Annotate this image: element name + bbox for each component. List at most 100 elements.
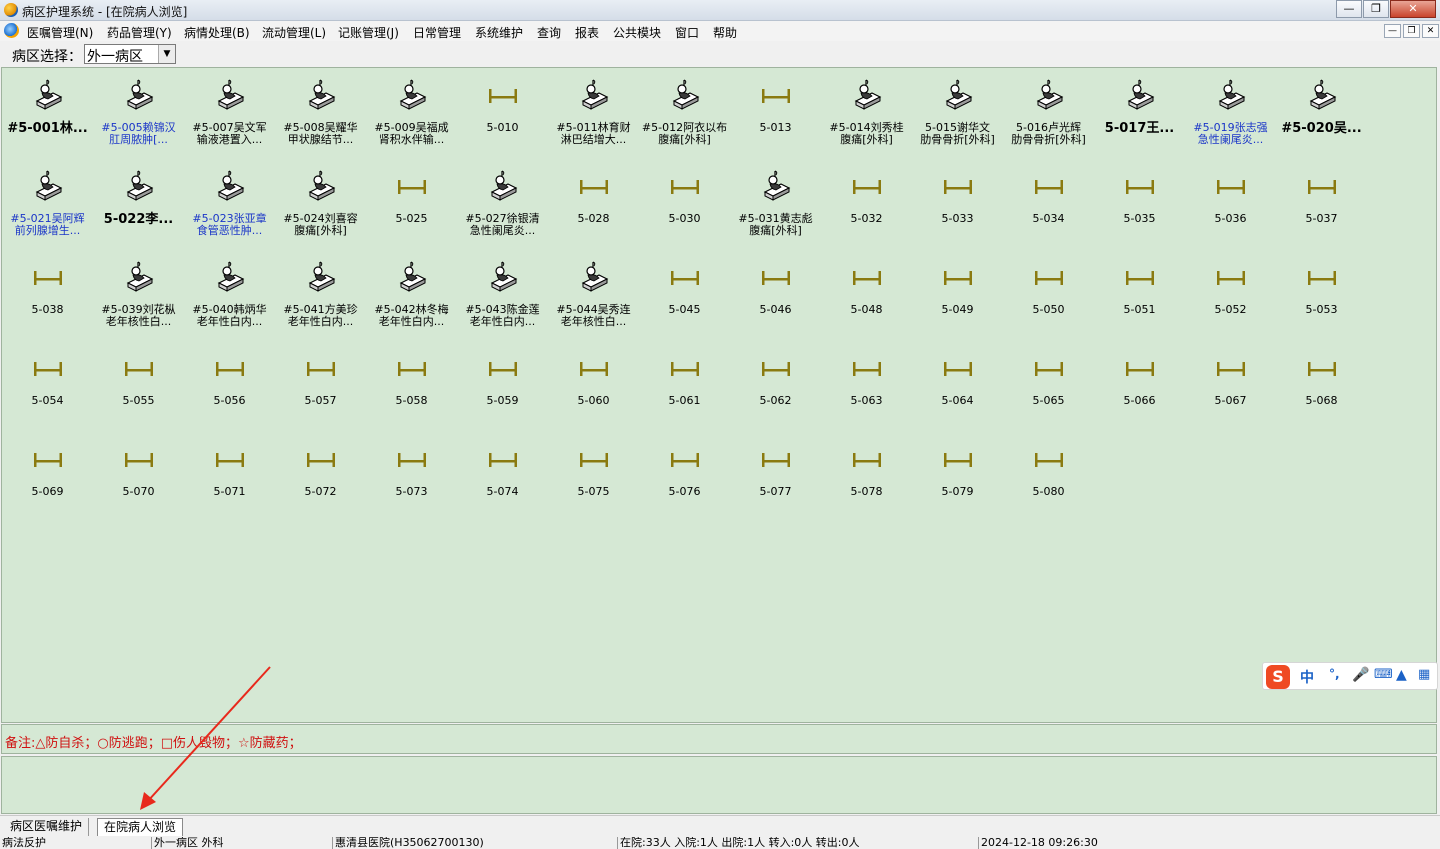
bed-cell[interactable]: 5-071 <box>184 432 275 520</box>
bed-cell[interactable]: 5-032 <box>821 159 912 247</box>
bed-cell[interactable]: 5-055 <box>93 341 184 429</box>
bed-cell[interactable]: 5-074 <box>457 432 548 520</box>
bed-cell[interactable]: 5-033 <box>912 159 1003 247</box>
bed-cell[interactable]: #5-014刘秀桂 腹痛[外科] <box>821 68 912 156</box>
bed-cell[interactable]: 5-046 <box>730 250 821 338</box>
menu-item-flow[interactable]: 流动管理(L) <box>262 24 326 41</box>
bed-cell[interactable]: 5-063 <box>821 341 912 429</box>
bed-cell[interactable]: 5-037 <box>1276 159 1367 247</box>
bed-cell[interactable]: #5-041方美珍 老年性白内... <box>275 250 366 338</box>
bed-cell[interactable]: 5-068 <box>1276 341 1367 429</box>
mdi-minimize-button[interactable]: — <box>1384 24 1401 38</box>
bed-cell[interactable]: #5-007吴文军 输液港置入... <box>184 68 275 156</box>
menu-item-orders[interactable]: 医嘱管理(N) <box>27 24 93 41</box>
bed-cell[interactable]: #5-024刘喜容 腹痛[外科] <box>275 159 366 247</box>
bed-cell[interactable]: 5-025 <box>366 159 457 247</box>
menu-item-condition[interactable]: 病情处理(B) <box>184 24 250 41</box>
ime-toolbar[interactable]: S 中 °, 🎤 ⌨ ▲ ▦ <box>1262 662 1438 690</box>
bed-cell[interactable]: 5-010 <box>457 68 548 156</box>
bed-cell[interactable]: #5-042林冬梅 老年性白内... <box>366 250 457 338</box>
bed-cell[interactable]: 5-076 <box>639 432 730 520</box>
bed-cell[interactable]: 5-066 <box>1094 341 1185 429</box>
bed-cell[interactable]: #5-009吴福成 肾积水伴输... <box>366 68 457 156</box>
ward-select[interactable]: 外一病区 ▼ <box>84 44 176 65</box>
bed-cell[interactable]: 5-079 <box>912 432 1003 520</box>
chevron-down-icon[interactable]: ▼ <box>158 45 175 63</box>
toolbox-icon[interactable]: ▦ <box>1418 667 1430 682</box>
bed-cell[interactable]: #5-023张亚章 食管恶性肿... <box>184 159 275 247</box>
bed-cell[interactable]: #5-021吴阿辉 前列腺增生... <box>2 159 93 247</box>
ime-mode[interactable]: 中 <box>1300 667 1314 687</box>
ime-punct[interactable]: °, <box>1329 667 1340 681</box>
bed-cell[interactable]: 5-015谢华文 肋骨骨折[外科] <box>912 68 1003 156</box>
menu-item-help[interactable]: 帮助 <box>713 24 737 41</box>
menu-item-billing[interactable]: 记账管理(J) <box>338 24 399 41</box>
bed-cell[interactable]: #5-012阿衣以布 腹痛[外科] <box>639 68 730 156</box>
bed-cell[interactable]: 5-034 <box>1003 159 1094 247</box>
menu-item-reports[interactable]: 报表 <box>575 24 599 41</box>
tab-inpatient-browse[interactable]: 在院病人浏览 <box>97 818 184 836</box>
bed-cell[interactable]: #5-039刘花枞 老年核性白... <box>93 250 184 338</box>
bed-cell[interactable]: #5-027徐银清 急性阑尾炎... <box>457 159 548 247</box>
menu-item-drugs[interactable]: 药品管理(Y) <box>107 24 172 41</box>
skin-icon[interactable]: ▲ <box>1396 667 1407 683</box>
bed-cell[interactable]: 5-017王... <box>1094 68 1185 156</box>
menu-item-system[interactable]: 系统维护 <box>475 24 523 41</box>
bed-cell[interactable]: 5-061 <box>639 341 730 429</box>
bed-cell[interactable]: 5-065 <box>1003 341 1094 429</box>
bed-cell[interactable]: 5-035 <box>1094 159 1185 247</box>
bed-cell[interactable]: #5-008吴耀华 甲状腺结节... <box>275 68 366 156</box>
bed-cell[interactable]: 5-056 <box>184 341 275 429</box>
bed-cell[interactable]: #5-020吴... <box>1276 68 1367 156</box>
bed-cell[interactable]: 5-013 <box>730 68 821 156</box>
bed-cell[interactable]: 5-048 <box>821 250 912 338</box>
bed-cell[interactable]: 5-073 <box>366 432 457 520</box>
bed-cell[interactable]: 5-060 <box>548 341 639 429</box>
bed-cell[interactable]: 5-057 <box>275 341 366 429</box>
bed-cell[interactable]: 5-064 <box>912 341 1003 429</box>
bed-cell[interactable]: 5-030 <box>639 159 730 247</box>
bed-cell[interactable]: #5-019张志强 急性阑尾炎... <box>1185 68 1276 156</box>
bed-cell[interactable]: #5-044吴秀连 老年核性白... <box>548 250 639 338</box>
menu-item-window[interactable]: 窗口 <box>675 24 699 41</box>
bed-cell[interactable]: 5-077 <box>730 432 821 520</box>
menu-item-public[interactable]: 公共模块 <box>613 24 661 41</box>
bed-cell[interactable]: 5-062 <box>730 341 821 429</box>
bed-cell[interactable]: 5-022李... <box>93 159 184 247</box>
microphone-icon[interactable]: 🎤 <box>1352 667 1369 683</box>
bed-cell[interactable]: 5-070 <box>93 432 184 520</box>
bed-cell[interactable]: 5-049 <box>912 250 1003 338</box>
bed-cell[interactable]: 5-067 <box>1185 341 1276 429</box>
bed-cell[interactable]: 5-053 <box>1276 250 1367 338</box>
bed-cell[interactable]: 5-075 <box>548 432 639 520</box>
menu-item-daily[interactable]: 日常管理 <box>413 24 461 41</box>
bed-cell[interactable]: #5-043陈金莲 老年性白内... <box>457 250 548 338</box>
bed-cell[interactable]: #5-040韩炳华 老年性白内... <box>184 250 275 338</box>
bed-cell[interactable]: #5-031黄志彪 腹痛[外科] <box>730 159 821 247</box>
bed-cell[interactable]: 5-059 <box>457 341 548 429</box>
mdi-restore-button[interactable]: ❐ <box>1403 24 1420 38</box>
close-button[interactable]: ✕ <box>1390 0 1436 18</box>
bed-cell[interactable]: #5-011林育财 淋巴结增大... <box>548 68 639 156</box>
bed-cell[interactable]: 5-028 <box>548 159 639 247</box>
bed-cell[interactable]: 5-078 <box>821 432 912 520</box>
bed-cell[interactable]: 5-051 <box>1094 250 1185 338</box>
keyboard-icon[interactable]: ⌨ <box>1374 667 1393 682</box>
bed-cell[interactable]: 5-016卢光辉 肋骨骨折[外科] <box>1003 68 1094 156</box>
bed-cell[interactable]: 5-072 <box>275 432 366 520</box>
bed-cell[interactable]: 5-058 <box>366 341 457 429</box>
bed-cell[interactable]: 5-045 <box>639 250 730 338</box>
bed-cell[interactable]: 5-050 <box>1003 250 1094 338</box>
minimize-button[interactable]: — <box>1336 0 1362 18</box>
bed-cell[interactable]: 5-069 <box>2 432 93 520</box>
tab-ward-orders[interactable]: 病区医嘱维护 <box>4 818 90 836</box>
restore-button[interactable]: ❐ <box>1363 0 1389 18</box>
mdi-close-button[interactable]: ✕ <box>1422 24 1439 38</box>
bed-cell[interactable]: #5-005赖锦汉 肛周脓肿[... <box>93 68 184 156</box>
bed-cell[interactable]: 5-054 <box>2 341 93 429</box>
bed-cell[interactable]: 5-052 <box>1185 250 1276 338</box>
bed-cell[interactable]: #5-001林... <box>2 68 93 156</box>
bed-cell[interactable]: 5-080 <box>1003 432 1094 520</box>
bed-cell[interactable]: 5-038 <box>2 250 93 338</box>
menu-item-query[interactable]: 查询 <box>537 24 561 41</box>
